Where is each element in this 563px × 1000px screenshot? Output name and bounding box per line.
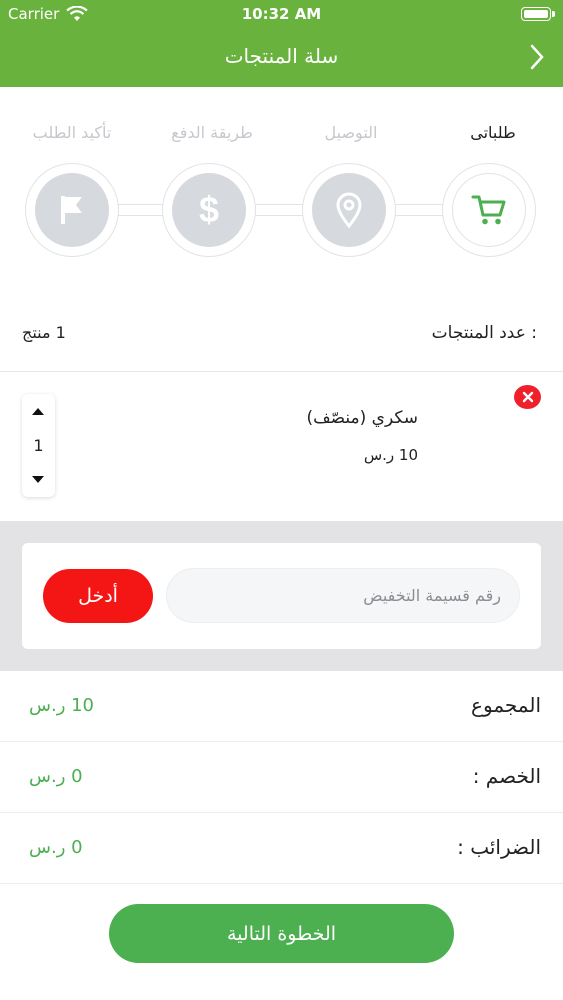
step-label-orders: طلباتى [470, 123, 516, 142]
close-icon [522, 391, 533, 403]
step-label-confirm: تأكيد الطلب [32, 123, 112, 142]
remove-item-button[interactable] [514, 385, 541, 409]
product-count-label: عدد المنتجات : [431, 323, 537, 343]
total-row-tax: الضرائب : 0 ر.س [0, 813, 563, 884]
coupon-input[interactable] [166, 568, 520, 623]
next-step-button[interactable]: الخطوة التالية [109, 904, 454, 963]
step-label-payment: طريقة الدفع [171, 123, 253, 142]
location-pin-icon [336, 192, 362, 228]
status-time: 10:32 AM [241, 5, 322, 23]
step-payment[interactable]: $ [162, 163, 256, 257]
flag-icon [61, 196, 82, 224]
page-title: سلة المنتجات [224, 44, 339, 68]
total-row-subtotal: المجموع 10 ر.س [0, 671, 563, 742]
divider [0, 371, 563, 372]
step-orders[interactable] [442, 163, 536, 257]
tax-label: الضرائب : [457, 835, 541, 859]
tax-value: 0 ر.س [29, 837, 83, 858]
increment-icon[interactable] [32, 408, 44, 415]
quantity-value: 1 [33, 436, 44, 455]
cart-icon [471, 195, 506, 225]
subtotal-value: 10 ر.س [29, 695, 95, 716]
dollar-icon: $ [198, 189, 220, 230]
product-price: 10 ر.س [363, 446, 418, 464]
step-confirm[interactable] [25, 163, 119, 257]
battery-icon [521, 7, 555, 21]
app-header: Carrier 10:32 AM سلة المنتجات [0, 0, 563, 87]
product-count-value: 1 منتج [22, 323, 66, 342]
product-name: سكري (منصّف) [306, 408, 418, 428]
total-row-discount: الخصم : 0 ر.س [0, 742, 563, 813]
discount-value: 0 ر.س [29, 766, 83, 787]
apply-coupon-button[interactable]: أدخل [43, 569, 153, 623]
step-label-delivery: التوصيل [324, 123, 378, 142]
chevron-right-icon[interactable] [529, 43, 545, 71]
status-bar: Carrier 10:32 AM [0, 0, 563, 30]
discount-label: الخصم : [472, 764, 541, 788]
quantity-stepper[interactable]: 1 [22, 394, 55, 497]
decrement-icon[interactable] [32, 476, 44, 483]
step-delivery[interactable] [302, 163, 396, 257]
subtotal-label: المجموع [471, 693, 541, 717]
